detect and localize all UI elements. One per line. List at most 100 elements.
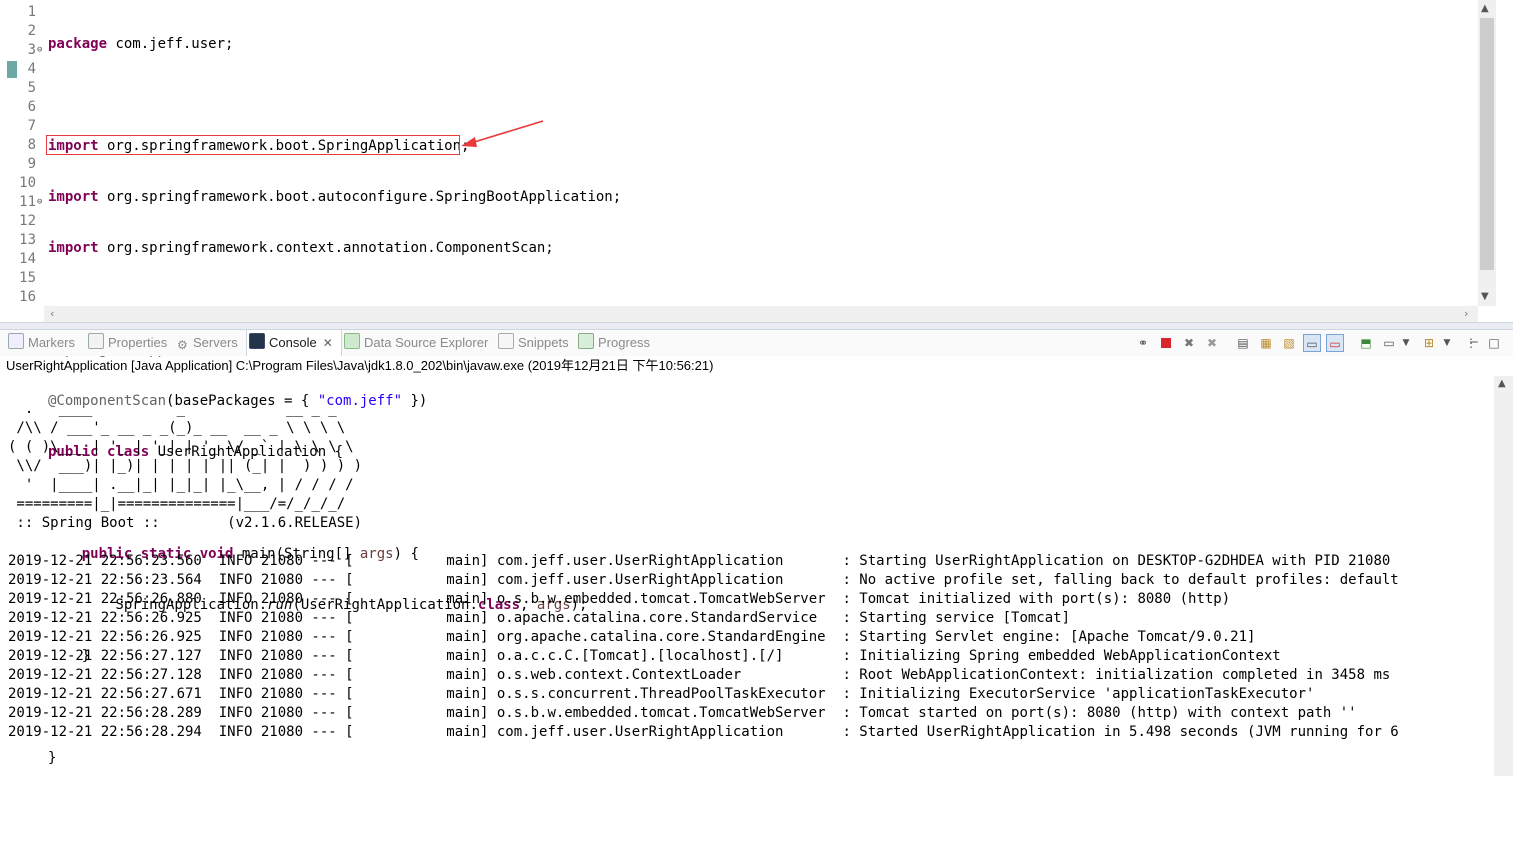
line-number: 11 [19,194,36,210]
tab-label: Markers [28,335,75,350]
code-editor[interactable]: 1 2 3 4 5 6 7 8 9 10 11 12 13 14 15 16 ⊖… [0,0,1513,766]
console-output[interactable]: . ____ _ __ _ _ /\\ / ___'_ __ _ _(_)_ _… [0,376,1494,776]
annotation-arrow-icon [461,120,544,147]
code-line: import org.springframework.boot.autoconf… [48,188,621,207]
code-token: import [48,240,99,256]
markers-icon [8,333,24,349]
pin-console-icon[interactable]: ⬒ [1357,334,1375,352]
tab-label: Data Source Explorer [364,335,489,350]
line-number: 6 [27,99,36,115]
log-line: 2019-12-21 22:56:28.294 INFO 21080 --- [… [8,724,1399,740]
tab-progress[interactable]: Progress [576,330,650,356]
progress-icon [578,333,594,349]
change-marker-icon [7,61,17,78]
banner-line: . ____ _ __ _ _ [8,401,337,417]
line-number-gutter: 1 2 3 4 5 6 7 8 9 10 11 12 13 14 15 16 ⊖… [0,0,44,306]
log-line: 2019-12-21 22:56:26.880 INFO 21080 --- [… [8,591,1231,607]
code-token: org.springframework.boot.autoconfigure.S… [98,189,622,205]
properties-icon [88,333,104,349]
code-token: com.jeff.user; [107,36,234,52]
code-token: package [48,36,108,52]
close-icon[interactable]: ✕ [323,336,333,350]
show-on-stderr-icon[interactable]: ▭ [1326,334,1344,352]
word-wrap-icon[interactable]: ▧ [1280,334,1298,352]
line-number: 13 [19,232,36,248]
scroll-down-icon[interactable]: ▼ [1481,291,1489,302]
remove-launch-icon[interactable]: ✖ [1180,334,1198,352]
console-text: . ____ _ __ _ _ /\\ / ___'_ __ _ _(_)_ _… [8,400,1399,742]
log-line: 2019-12-21 22:56:26.925 INFO 21080 --- [… [8,610,1071,626]
clear-console-icon[interactable]: ▤ [1234,334,1252,352]
editor-vertical-scrollbar[interactable]: ▲ ▼ [1478,0,1496,306]
maximize-icon[interactable]: □ [1485,334,1503,352]
code-line: package com.jeff.user; [48,35,621,54]
tab-data-source-explorer[interactable]: Data Source Explorer [342,330,488,356]
line-number: 12 [19,213,36,229]
display-console-icon[interactable]: ▭ [1380,334,1398,352]
minimize-icon[interactable]: ‒ [1465,333,1483,351]
tab-properties[interactable]: Properties [86,330,167,356]
show-on-stdout-icon[interactable]: ▭ [1303,334,1321,352]
remove-all-launches-icon[interactable]: ✖ [1203,334,1221,352]
scroll-left-icon[interactable]: ‹ [50,307,54,320]
dropdown-icon[interactable]: ▼ [1441,334,1453,352]
banner-line: ( ( )\___ | '_ | '_| | '_ \/ _` | \ \ \ … [8,439,354,455]
link-icon[interactable]: ⚭ [1134,334,1152,352]
fold-toggle-icon[interactable]: ⊖ [37,45,42,55]
tab-servers[interactable]: ⚙ Servers [175,330,238,356]
tab-console[interactable]: Console ✕ [246,330,342,356]
line-number: 1 [27,4,36,20]
scroll-up-icon[interactable]: ▲ [1498,378,1506,389]
servers-icon: ⚙ [177,338,188,352]
tab-label: Console [269,335,317,350]
tab-label: Properties [108,335,168,350]
code-token: org.springframework.context.annotation.C… [98,240,554,256]
console-vertical-scrollbar[interactable]: ▲ [1494,376,1513,776]
banner-line: :: Spring Boot :: (v2.1.6.RELEASE) [8,515,363,531]
line-number: 3 [27,42,36,58]
line-number: 10 [19,175,36,191]
data-source-icon [344,333,360,349]
log-line: 2019-12-21 22:56:28.289 INFO 21080 --- [… [8,705,1357,721]
editor-horizontal-scrollbar[interactable]: ‹ › [44,306,1478,322]
open-console-icon[interactable]: ⊞ [1420,334,1438,352]
line-number: 8 [27,137,36,153]
log-line: 2019-12-21 22:56:27.127 INFO 21080 --- [… [8,648,1281,664]
highlight-box [46,135,460,155]
tab-label: Snippets [518,335,569,350]
snippets-icon [498,333,514,349]
terminate-icon[interactable] [1157,334,1175,352]
console-icon [249,333,265,349]
line-number: 2 [27,23,36,39]
log-line: 2019-12-21 22:56:27.671 INFO 21080 --- [… [8,686,1315,702]
scroll-up-icon[interactable]: ▲ [1481,3,1489,14]
banner-line: ' |____| .__|_| |_|_| |_\__, | / / / / [8,477,354,493]
banner-line: \\/ ___)| |_)| | | | | || (_| | ) ) ) ) [8,458,363,474]
tab-snippets[interactable]: Snippets [496,330,569,356]
line-number: 9 [27,156,36,172]
tab-label: Servers [193,335,238,350]
scroll-lock-icon[interactable]: ▦ [1257,334,1275,352]
code-token: import [48,189,99,205]
scrollbar-thumb[interactable] [1480,18,1494,270]
view-separator[interactable] [0,322,1513,330]
line-number: 16 [19,289,36,305]
banner-line: /\\ / ___'_ __ _ _(_)_ __ __ _ \ \ \ \ [8,420,346,436]
banner-line: =========|_|==============|___/=/_/_/_/ [8,496,346,512]
log-line: 2019-12-21 22:56:26.925 INFO 21080 --- [… [8,629,1256,645]
log-line: 2019-12-21 22:56:23.560 INFO 21080 --- [… [8,553,1391,569]
line-number: 5 [27,80,36,96]
line-number: 7 [27,118,36,134]
tab-label: Progress [598,335,651,350]
scroll-right-icon[interactable]: › [1464,307,1468,320]
code-line: import org.springframework.context.annot… [48,239,621,258]
log-line: 2019-12-21 22:56:27.128 INFO 21080 --- [… [8,667,1391,683]
line-number: 14 [19,251,36,267]
console-process-description: UserRightApplication [Java Application] … [6,358,714,373]
dropdown-icon[interactable]: ▼ [1400,334,1412,352]
log-line: 2019-12-21 22:56:23.564 INFO 21080 --- [… [8,572,1399,588]
fold-toggle-icon[interactable]: ⊖ [37,197,42,207]
tab-markers[interactable]: Markers [6,330,75,356]
